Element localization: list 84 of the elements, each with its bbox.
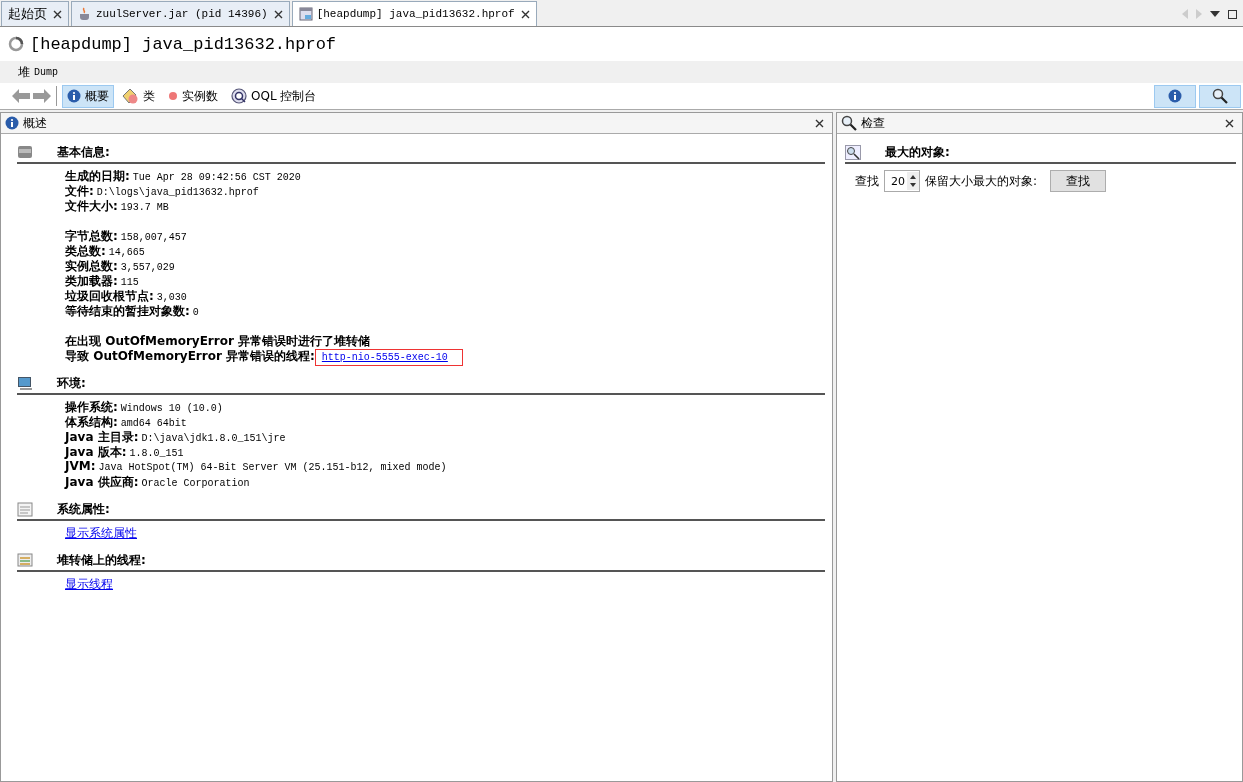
find-button[interactable]: 查找: [1050, 170, 1107, 192]
thread-link[interactable]: http-nio-5555-exec-10: [321, 352, 448, 363]
field-value: 158,007,457: [120, 232, 187, 243]
field-value: D:\logs\java_pid13632.hprof: [96, 187, 259, 198]
memory-chip-icon: [17, 145, 33, 159]
document-tab[interactable]: [heapdump] java_pid13632.hprof: [291, 1, 537, 26]
section-title: 堆转储上的线程:: [57, 551, 146, 569]
field-value: 0: [192, 307, 199, 318]
field-label: JVM:: [65, 459, 96, 473]
close-icon[interactable]: [53, 9, 62, 19]
window-icon: [298, 7, 313, 21]
field-value: Tue Apr 28 09:42:56 CST 2020: [132, 172, 301, 183]
find-suffix-label: 保留大小最大的对象:: [925, 172, 1038, 190]
field-label: 导致 OutOfMemoryError 异常错误的线程:: [65, 348, 315, 365]
cup-icon: [78, 7, 92, 21]
oom-note: 在出现 OutOfMemoryError 异常错误时进行了堆转储: [65, 333, 371, 350]
field-label: 类加载器:: [65, 273, 118, 290]
field-label: 实例总数:: [65, 258, 118, 275]
panel-title: 检查: [861, 114, 885, 132]
field-label: 垃圾回收根节点:: [65, 288, 154, 305]
field-value: amd64 64bit: [120, 418, 187, 429]
close-icon[interactable]: [1225, 118, 1234, 128]
info-button[interactable]: [1154, 84, 1196, 108]
list-icon: [17, 553, 33, 567]
find-label: 查找: [855, 172, 879, 190]
field-value: Windows 10 (10.0): [120, 403, 223, 414]
view-label: 堆: [18, 63, 30, 81]
info-icon: [67, 89, 81, 103]
search-icon: [1212, 88, 1228, 104]
dump-title: [heapdump] java_pid13632.hprof: [30, 34, 337, 54]
field-label: Java 供应商:: [65, 474, 139, 491]
shapes-icon: [122, 88, 139, 104]
section-title: 最大的对象:: [885, 143, 950, 161]
field-label: 字节总数:: [65, 228, 118, 245]
field-value: Oracle Corporation: [141, 478, 250, 489]
view-tab[interactable]: 实例数: [163, 84, 223, 108]
field-label: Java 版本:: [65, 444, 127, 461]
spinner-arrows-icon[interactable]: [907, 172, 919, 190]
view-label-suffix: Dump: [34, 66, 58, 78]
section-title: 系统属性:: [57, 500, 110, 518]
spinner-icon: [8, 36, 24, 52]
dropdown-icon[interactable]: [1210, 11, 1220, 17]
field-value: 3,557,029: [120, 262, 175, 273]
section-title: 环境:: [57, 374, 86, 392]
field-label: 操作系统:: [65, 399, 118, 415]
field-value: 14,665: [108, 247, 145, 258]
field-value: 193.7 MB: [120, 202, 169, 213]
view-tab[interactable]: OQL 控制台: [226, 84, 322, 108]
field-label: 体系结构:: [65, 414, 118, 430]
document-tab[interactable]: zuulServer.jar (pid 14396): [71, 1, 290, 26]
back-arrow-icon[interactable]: [12, 89, 30, 103]
query-icon: [231, 88, 247, 104]
info-icon: [1168, 89, 1182, 103]
view-tab[interactable]: 类: [117, 84, 160, 108]
field-label: Java 主目录:: [65, 429, 139, 446]
close-icon[interactable]: [815, 118, 824, 128]
computer-icon: [17, 375, 33, 391]
section-title: 基本信息:: [57, 143, 110, 161]
field-value: 3,030: [156, 292, 187, 303]
field-value: Java HotSpot(TM) 64-Bit Server VM (25.151-b12, mixed mode): [98, 462, 447, 473]
panel-title: 概述: [23, 114, 47, 132]
field-label: 文件大小:: [65, 198, 118, 215]
show-link[interactable]: 显示线程: [65, 576, 113, 593]
info-icon: [5, 116, 19, 130]
field-value: 1.8.0_151: [129, 448, 184, 459]
forward-arrow-icon[interactable]: [33, 89, 51, 103]
search-button[interactable]: [1199, 84, 1241, 108]
field-value: 115: [120, 277, 139, 288]
field-label: 类总数:: [65, 243, 106, 259]
show-link[interactable]: 显示系统属性: [65, 525, 137, 542]
count-spinner[interactable]: 20: [884, 170, 920, 192]
search-icon: [841, 115, 857, 131]
close-icon[interactable]: [520, 9, 530, 19]
dot-icon: [168, 91, 178, 101]
field-label: 文件:: [65, 183, 94, 200]
field-label: 等待结束的暂挂对象数:: [65, 303, 190, 320]
document-icon: [17, 501, 33, 517]
field-label: 生成的日期:: [65, 168, 130, 185]
field-value: D:\java\jdk1.8.0_151\jre: [141, 433, 286, 444]
magnifier-icon: [845, 144, 861, 160]
close-icon[interactable]: [273, 9, 283, 19]
view-tab[interactable]: 概要: [62, 84, 114, 108]
document-tab[interactable]: 起始页: [1, 1, 69, 26]
restore-icon[interactable]: [1228, 9, 1237, 19]
